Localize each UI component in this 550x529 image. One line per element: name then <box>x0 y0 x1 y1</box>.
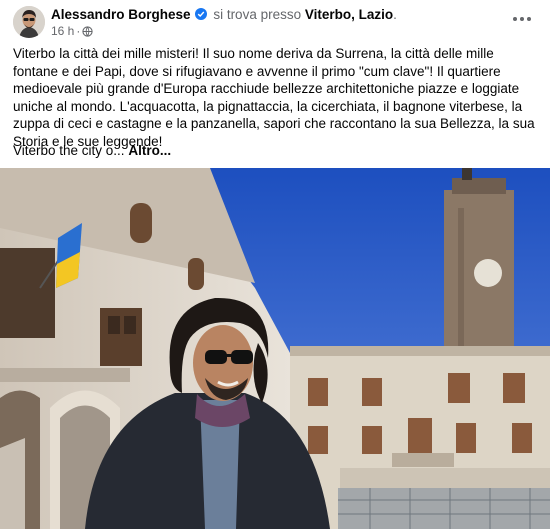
post-body: Viterbo la città dei mille misteri! Il s… <box>13 45 538 150</box>
author-line: Alessandro Borghese si trova presso Vite… <box>51 7 397 22</box>
location-link[interactable]: Viterbo, Lazio <box>305 7 393 22</box>
location-suffix: . <box>393 7 397 22</box>
see-more-link[interactable]: Altro... <box>128 143 171 158</box>
post-header: Alessandro Borghese si trova presso Vite… <box>0 0 550 42</box>
timestamp[interactable]: 16 h <box>51 24 74 38</box>
post-snippet: Viterbo the city o... <box>13 143 125 158</box>
location-connector: si trova presso <box>213 7 302 22</box>
post-card: Alessandro Borghese si trova presso Vite… <box>0 0 550 529</box>
more-options-icon[interactable] <box>512 12 532 26</box>
post-meta: 16 h · <box>51 24 93 40</box>
globe-icon[interactable] <box>82 26 93 40</box>
post-snippet-line: Viterbo the city o... Altro... <box>13 142 171 160</box>
post-body-text: Viterbo la città dei mille misteri! Il s… <box>13 46 535 149</box>
verified-badge-icon <box>194 8 207 20</box>
author-avatar[interactable] <box>13 6 45 38</box>
author-name[interactable]: Alessandro Borghese <box>51 7 191 22</box>
post-photo[interactable] <box>0 168 550 529</box>
meta-separator: · <box>76 24 81 38</box>
